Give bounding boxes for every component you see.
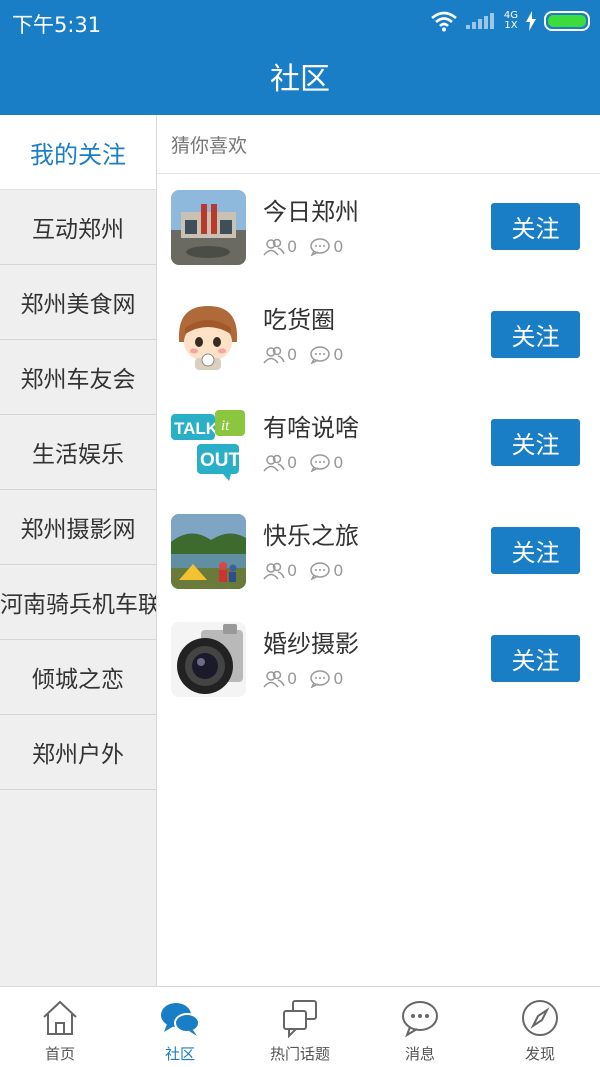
tab-community[interactable]: 社区 — [120, 987, 240, 1067]
follow-button[interactable]: 关注 — [491, 311, 580, 358]
status-time: 下午5:31 — [12, 13, 102, 37]
status-bar: 下午5:31 4G 1X — [0, 0, 600, 44]
tab-hot-topics[interactable]: 热门话题 — [240, 987, 360, 1067]
follow-button[interactable]: 关注 — [491, 419, 580, 466]
network-type: 4G 1X — [503, 10, 518, 31]
bottom-tab-bar: 首页 社区 热门话题 消息 发现 — [0, 986, 600, 1067]
sidebar-item[interactable]: 郑州户外 — [0, 715, 156, 790]
community-thumbnail — [171, 622, 246, 697]
community-thumbnail — [171, 298, 246, 373]
sidebar-item[interactable]: 郑州摄影网 — [0, 490, 156, 565]
svg-text:TALK: TALK — [174, 419, 219, 438]
sidebar-item[interactable]: 倾城之恋 — [0, 640, 156, 715]
tab-label: 发现 — [524, 1045, 555, 1063]
comment-icon — [310, 237, 330, 256]
community-name: 快乐之旅 — [263, 522, 359, 550]
sidebar-item-my-follows[interactable]: 我的关注 — [0, 115, 156, 190]
header: 社区 — [0, 44, 600, 115]
community-stats: 0 0 — [263, 561, 355, 580]
list-item[interactable]: TALK it OUT 有啥说啥 0 0 关注 — [157, 390, 600, 490]
member-count: 0 — [287, 345, 298, 364]
tab-label: 社区 — [164, 1045, 195, 1063]
tab-home[interactable]: 首页 — [0, 987, 120, 1067]
community-stats: 0 0 — [263, 453, 355, 472]
community-name: 今日郑州 — [263, 198, 359, 226]
community-thumbnail — [171, 514, 246, 589]
comment-icon — [310, 561, 330, 580]
compass-icon — [522, 1000, 558, 1036]
member-count: 0 — [287, 237, 298, 256]
svg-text:it: it — [221, 418, 230, 434]
member-count: 0 — [287, 561, 298, 580]
community-stats: 0 0 — [263, 669, 355, 688]
sidebar-item[interactable]: 生活娱乐 — [0, 415, 156, 490]
tab-label: 热门话题 — [269, 1045, 330, 1063]
comment-icon — [310, 669, 330, 688]
members-icon — [263, 562, 285, 579]
community-stats: 0 0 — [263, 237, 355, 256]
community-thumbnail: TALK it OUT — [171, 406, 246, 481]
follow-button[interactable]: 关注 — [491, 635, 580, 682]
member-count: 0 — [287, 453, 298, 472]
community-thumbnail — [171, 190, 246, 265]
home-icon — [43, 1000, 77, 1035]
sidebar: 我的关注 互动郑州 郑州美食网 郑州车友会 生活娱乐 郑州摄影网 河南骑兵机车联… — [0, 115, 157, 986]
members-icon — [263, 346, 285, 363]
comment-count: 0 — [333, 237, 344, 256]
community-name: 有啥说啥 — [263, 414, 359, 442]
list-item[interactable]: 今日郑州 0 0 关注 — [157, 174, 600, 274]
wifi-icon — [431, 11, 457, 32]
battery-level — [548, 15, 586, 27]
sidebar-item[interactable]: 河南骑兵机车联 — [0, 565, 156, 640]
svg-text:OUT: OUT — [200, 450, 241, 471]
sidebar-item[interactable]: 郑州美食网 — [0, 265, 156, 340]
list-item[interactable]: 婚纱摄影 0 0 关注 — [157, 606, 600, 706]
page-title: 社区 — [270, 62, 330, 97]
comment-count: 0 — [333, 561, 344, 580]
comment-count: 0 — [333, 345, 344, 364]
community-name: 婚纱摄影 — [263, 630, 359, 658]
status-icons: 4G 1X — [430, 8, 590, 34]
members-icon — [263, 454, 285, 471]
section-header: 猜你喜欢 — [157, 115, 600, 174]
community-icon — [161, 1003, 200, 1036]
battery-icon — [544, 11, 590, 31]
list-item[interactable]: 快乐之旅 0 0 关注 — [157, 498, 600, 598]
comment-icon — [310, 453, 330, 472]
tab-label: 消息 — [404, 1045, 435, 1063]
comment-count: 0 — [333, 453, 344, 472]
sidebar-item[interactable]: 郑州车友会 — [0, 340, 156, 415]
sidebar-selected-label: 我的关注 — [30, 140, 126, 169]
community-name: 吃货圈 — [263, 306, 335, 334]
follow-button[interactable]: 关注 — [491, 203, 580, 250]
member-count: 0 — [287, 669, 298, 688]
community-list: 猜你喜欢 今日郑州 0 0 关注 吃货圈 0 0 关注 TALK it OUT … — [157, 115, 600, 986]
members-icon — [263, 238, 285, 255]
comment-icon — [310, 345, 330, 364]
charging-icon — [526, 11, 536, 31]
list-item[interactable]: 吃货圈 0 0 关注 — [157, 282, 600, 382]
section-label: 猜你喜欢 — [171, 134, 248, 157]
follow-button[interactable]: 关注 — [491, 527, 580, 574]
message-icon — [402, 1001, 438, 1038]
members-icon — [263, 670, 285, 687]
tab-label: 首页 — [44, 1045, 75, 1063]
community-stats: 0 0 — [263, 345, 355, 364]
tab-discover[interactable]: 发现 — [480, 987, 600, 1067]
comment-count: 0 — [333, 669, 344, 688]
topics-icon — [283, 1000, 317, 1039]
tab-messages[interactable]: 消息 — [360, 987, 480, 1067]
signal-icon — [465, 13, 494, 29]
sidebar-item[interactable]: 互动郑州 — [0, 190, 156, 265]
